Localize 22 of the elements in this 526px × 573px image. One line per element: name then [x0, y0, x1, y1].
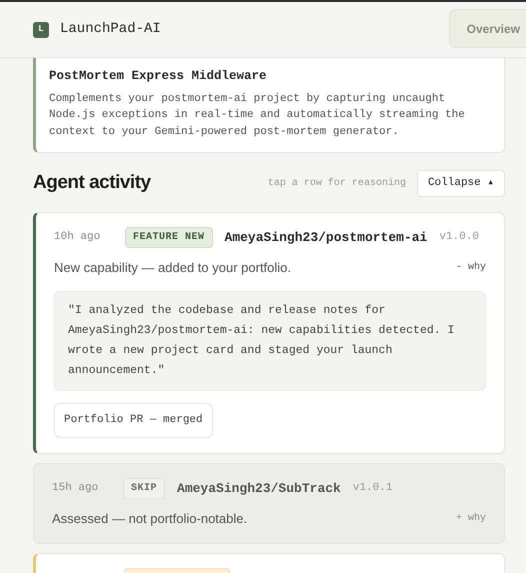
project-description: Complements your postmortem-ai project by capturing uncaught Node.js exceptions in real-time and automatically streaming the context to your Gemini-powered post-mortem generator.: [49, 92, 466, 140]
brand-name: LaunchPad-AI: [60, 20, 161, 39]
version-label: v1.0.1: [352, 481, 392, 496]
repo-name: AmeyaSingh23/postmortem-ai: [224, 228, 428, 246]
section-title: Agent activity: [33, 171, 151, 196]
activity-summary: Assessed — not portfolio-notable.: [52, 510, 248, 528]
time-ago: 15h ago: [52, 481, 100, 496]
logo-icon: L: [33, 22, 49, 38]
project-title: PostMortem Express Middleware: [49, 68, 268, 85]
status-badge: SKIP: [123, 478, 166, 499]
reasoning-quote: "I analyzed the codebase and release notes for AmeyaSingh23/postmortem-ai: new capabilities detected. I wrote a new project card and staged your launch announcement.": [54, 291, 486, 392]
activity-card[interactable]: [33, 212, 505, 454]
hint-text: tap a row for reasoning: [268, 176, 406, 191]
collapse-button[interactable]: Collapse ▴: [416, 170, 505, 197]
time-ago: 10h ago: [54, 230, 102, 245]
activity-summary: New capability — added to your portfolio.: [54, 258, 292, 277]
activity-card[interactable]: 15h ago SKIP AmeyaSingh23/SubTrack v1.0.1 Assessed — not portfolio-notable. + why: [33, 462, 505, 544]
version-label: v1.0.0: [439, 230, 479, 245]
why-toggle[interactable]: - why: [456, 260, 486, 275]
repo-name: AmeyaSingh23/SubTrack: [177, 480, 341, 498]
status-chip: Portfolio PR — merged: [54, 403, 213, 438]
status-badge: FEATURE NEW: [125, 226, 213, 248]
